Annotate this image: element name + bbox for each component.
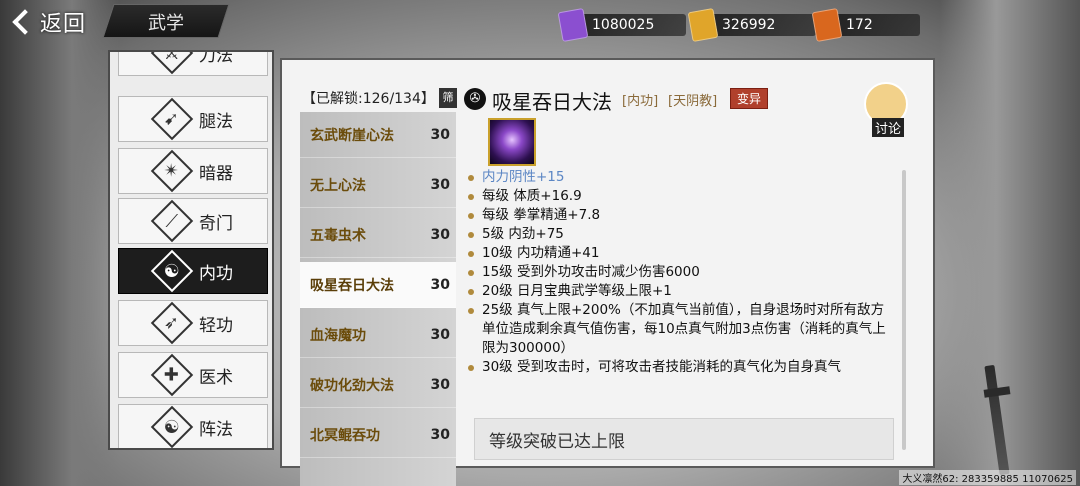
main-panel: 【已解锁:126/134】 筛 玄武断崖心法 30 无上心法 30 五毒虫术 3… xyxy=(280,58,935,486)
attribute-item: 每级 拳掌精通+7.8 xyxy=(466,206,896,225)
category-item-formation[interactable]: ☯ 阵法 xyxy=(118,404,268,448)
kick-icon: ➹ xyxy=(150,97,194,141)
skill-level: 30 xyxy=(430,126,450,143)
attribute-item: 10级 内功精通+41 xyxy=(466,244,896,263)
category-label: 医术 xyxy=(199,367,233,388)
exotic-weapon-icon: ⟋ xyxy=(150,199,194,243)
category-item-inner-power[interactable]: ☯ 内功 xyxy=(118,248,268,294)
skill-row[interactable]: 无上心法 30 xyxy=(300,162,456,208)
skill-level: 30 xyxy=(430,326,450,343)
category-label: 阵法 xyxy=(199,419,233,440)
wind-icon: ➶ xyxy=(150,301,194,345)
skill-level: 30 xyxy=(430,276,450,293)
breakthrough-limit-notice: 等级突破已达上限 xyxy=(474,418,894,460)
category-item-kick[interactable]: ➹ 腿法 xyxy=(118,96,268,142)
skill-row[interactable]: 五毒虫术 30 xyxy=(300,212,456,258)
mutation-badge: 变异 xyxy=(730,88,769,109)
page-title: 武学 xyxy=(148,13,184,34)
skill-name: 玄武断崖心法 xyxy=(310,127,394,144)
discuss-button[interactable]: 讨论 xyxy=(860,82,912,137)
category-label: 刀法 xyxy=(199,50,233,66)
purple-token-icon xyxy=(557,7,589,43)
attribute-item: 25级 真气上限+200%（不加真气当前值），自身退场时对所有敌方单位造成剩余真… xyxy=(466,301,896,358)
medicine-icon: ✚ xyxy=(150,353,194,397)
skill-detail: ✇ 吸星吞日大法 [内功] [天阴教] 变异 讨论 内力阴性+15 每级 体质+… xyxy=(458,82,918,462)
skill-name: 无上心法 xyxy=(310,177,366,194)
category-item-blade[interactable]: ⚔ 刀法 xyxy=(118,50,268,76)
back-button[interactable]: 返回 xyxy=(6,4,94,40)
attribute-list: 内力阴性+15 每级 体质+16.9 每级 拳掌精通+7.8 5级 内劲+75 … xyxy=(466,168,896,377)
skill-level: 30 xyxy=(430,376,450,393)
shuriken-icon: ✴ xyxy=(150,149,194,193)
filter-button[interactable]: 筛 xyxy=(439,88,457,108)
attribute-item: 内力阴性+15 xyxy=(466,168,896,187)
category-label: 腿法 xyxy=(199,111,233,132)
currency-flame[interactable]: 172 xyxy=(811,7,920,43)
flame-token-icon xyxy=(811,7,843,43)
yin-yang-icon: ☯ xyxy=(150,405,194,448)
meditation-icon: ☯ xyxy=(150,249,194,293)
skill-name: 北冥鲲吞功 xyxy=(310,427,380,444)
attribute-item: 每级 体质+16.9 xyxy=(466,187,896,206)
attribute-item: 20级 日月宝典武学等级上限+1 xyxy=(466,282,896,301)
category-label: 轻功 xyxy=(199,315,233,336)
skill-type-tag: [内功] xyxy=(622,94,659,109)
attribute-item: 5级 内劲+75 xyxy=(466,225,896,244)
skill-name: 五毒虫术 xyxy=(310,227,366,244)
skill-row[interactable]: 北冥鲲吞功 30 xyxy=(300,412,456,458)
discuss-label: 讨论 xyxy=(872,118,905,137)
skill-row[interactable]: 玄武断崖心法 30 xyxy=(300,112,456,158)
currency-value: 1080025 xyxy=(592,17,655,33)
currency-value: 172 xyxy=(846,17,873,33)
skill-list: 玄武断崖心法 30 无上心法 30 五毒虫术 30 吸星吞日大法 30 血海魔功… xyxy=(300,112,456,486)
background-right-shade xyxy=(940,0,1080,486)
attribute-item: 15级 受到外功攻击时减少伤害6000 xyxy=(466,263,896,282)
currency-purple[interactable]: 1080025 xyxy=(557,7,686,43)
gold-token-icon xyxy=(687,7,719,43)
unlock-count: 【已解锁:126/134】 xyxy=(302,91,435,107)
player-id-footer: 大义凛然62: 283359885 11070625 xyxy=(899,470,1076,485)
blade-icon: ⚔ xyxy=(150,52,194,75)
background-left-shade xyxy=(0,0,120,486)
category-label: 暗器 xyxy=(199,163,233,184)
skill-row[interactable]: 破功化劲大法 30 xyxy=(300,362,456,408)
skill-name: 吸星吞日大法 xyxy=(310,277,394,294)
back-label: 返回 xyxy=(40,12,87,37)
skill-sect-tag: [天阴教] xyxy=(668,94,718,109)
category-item-lightness[interactable]: ➶ 轻功 xyxy=(118,300,268,346)
currency-bar xyxy=(830,14,920,36)
skill-title: 吸星吞日大法 xyxy=(492,90,612,114)
attribute-item: 30级 受到攻击时，可将攻击者技能消耗的真气化为自身真气 xyxy=(466,358,896,377)
skill-row-selected[interactable]: 吸星吞日大法 30 xyxy=(300,262,456,308)
currency-gold[interactable]: 326992 xyxy=(687,7,816,43)
category-menu: ⚔ 刀法 ➹ 腿法 ✴ 暗器 ⟋ 奇门 ☯ 内功 ➶ 轻功 ✚ 医术 ☯ 阵法 xyxy=(108,50,274,450)
skill-row[interactable]: 血海魔功 30 xyxy=(300,312,456,358)
skill-art-icon xyxy=(488,118,536,166)
chevron-left-icon xyxy=(12,9,38,35)
category-item-exotic[interactable]: ⟋ 奇门 xyxy=(118,198,268,244)
skill-level: 30 xyxy=(430,226,450,243)
category-label: 奇门 xyxy=(199,213,233,234)
skill-level: 30 xyxy=(430,176,450,193)
currency-value: 326992 xyxy=(722,17,776,33)
category-item-medicine[interactable]: ✚ 医术 xyxy=(118,352,268,398)
top-bar: 返回 武学 1080025 326992 172 xyxy=(0,0,1080,46)
skill-name: 血海魔功 xyxy=(310,327,366,344)
category-label: 内功 xyxy=(199,263,233,284)
inner-power-type-icon: ✇ xyxy=(464,88,486,110)
skill-name: 破功化劲大法 xyxy=(310,377,394,394)
skill-level: 30 xyxy=(430,426,450,443)
detail-scrollbar[interactable] xyxy=(902,170,906,450)
category-item-hidden-weapon[interactable]: ✴ 暗器 xyxy=(118,148,268,194)
